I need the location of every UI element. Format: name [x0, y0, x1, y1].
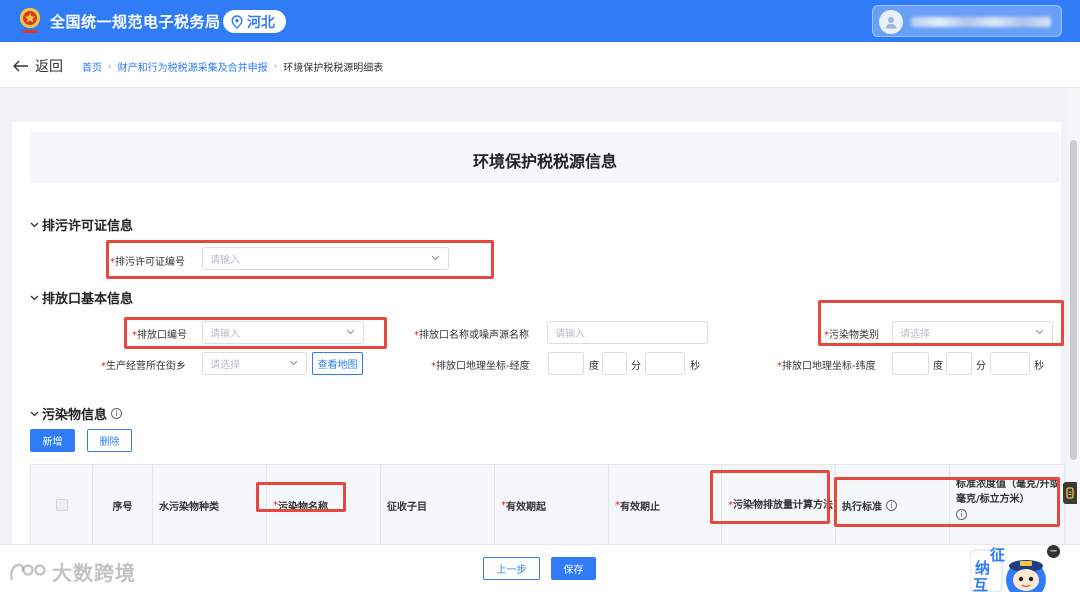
top-header: 全国统一规范电子税务局 河北 [0, 0, 1080, 42]
breadcrumb-bar: 返回 首页 › 财产和行为税税源采集及合并申报 › 环境保护税税源明细表 [0, 42, 1080, 88]
form-title-bar: 环境保护税税源信息 [30, 132, 1060, 183]
pollutant-section-heading[interactable]: 污染物信息 i [30, 404, 123, 423]
longitude-label: *排放口地理坐标-经度 [431, 361, 530, 372]
col-levy-subitem: 征收子目 [381, 465, 495, 545]
permit-no-label: *排污许可证编号 [110, 257, 185, 268]
watermark-logo-icon [10, 563, 46, 580]
pollutant-category-placeholder: 请选择 [900, 329, 930, 340]
latitude-minute-input[interactable] [946, 352, 972, 375]
latitude-degree-input[interactable] [892, 352, 929, 375]
pollutant-category-label: *污染物类别 [824, 330, 879, 341]
chevron-down-icon [30, 411, 39, 416]
breadcrumb-current: 环境保护税税源明细表 [283, 63, 384, 74]
scrollbar-thumb[interactable] [1070, 140, 1077, 460]
street-label: *生产经营所在街乡 [101, 361, 186, 372]
outlet-no-label: *排放口编号 [132, 330, 187, 341]
region-name: 河北 [247, 14, 275, 31]
watermark-text: 大数跨境 [52, 561, 136, 585]
longitude-minute-input[interactable] [602, 352, 627, 375]
outlet-name-placeholder: 请输入 [555, 329, 585, 340]
add-pollutant-button[interactable]: 新增 [30, 429, 75, 452]
avatar [879, 10, 903, 34]
chevron-down-icon [346, 329, 355, 335]
breadcrumb: 首页 › 财产和行为税税源采集及合并申报 › 环境保护税税源明细表 [82, 59, 384, 75]
longitude-second-input[interactable] [645, 352, 685, 375]
save-button[interactable]: 保存 [551, 557, 596, 580]
col-standard-concentration: 标准浓度值（毫克/升或毫克/标立方米） i [950, 465, 1065, 545]
site-title: 全国统一规范电子税务局 [50, 13, 221, 31]
user-icon [885, 17, 897, 29]
street-placeholder: 请选择 [210, 360, 240, 371]
masked-username [911, 17, 1051, 27]
select-all-checkbox[interactable] [55, 499, 68, 511]
view-map-button[interactable]: 查看地图 [312, 352, 363, 375]
mascot-char-2: 纳 [975, 559, 990, 577]
latitude-second-input[interactable] [990, 352, 1030, 375]
chevron-down-icon [30, 222, 39, 227]
col-valid-from: * 有效期起 [495, 465, 609, 545]
region-selector[interactable]: 河北 [223, 10, 286, 33]
outlet-section-title: 排放口基本信息 [42, 292, 134, 307]
latitude-label: *排放口地理坐标-纬度 [777, 361, 876, 372]
permit-no-select[interactable]: 请输入 [202, 247, 449, 270]
outlet-no-select[interactable]: 请输入 [202, 321, 364, 344]
longitude-minute-unit: 分 [631, 361, 641, 372]
info-icon[interactable]: i [111, 408, 123, 419]
latitude-degree-unit: 度 [933, 361, 943, 372]
back-button[interactable]: 返回 [13, 56, 63, 76]
back-label: 返回 [35, 59, 63, 75]
pollutant-table-header: 序号 水污染物种类 * 污染物名称 征收子目 * 有效期起 * 有效期止 *污染物排放… [30, 464, 1065, 545]
col-water-pollutant-type: 水污染物种类 [153, 465, 267, 545]
chevron-down-icon [431, 255, 440, 261]
outlet-no-placeholder: 请输入 [210, 329, 240, 340]
user-account[interactable] [872, 5, 1062, 37]
info-icon[interactable]: i [886, 499, 897, 511]
col-exec-standard: 执行标准 i [836, 465, 950, 545]
col-seq: 序号 [93, 465, 153, 545]
side-toolbox-tab[interactable] [1063, 482, 1077, 504]
tax-emblem-icon [20, 8, 40, 33]
col-pollutant-name: * 污染物名称 [267, 465, 381, 545]
outlet-section-heading[interactable]: 排放口基本信息 [30, 288, 133, 307]
arrow-left-icon [13, 60, 28, 72]
toolbox-icon [1066, 487, 1074, 499]
chevron-down-icon [1035, 329, 1044, 335]
page-title: 环境保护税税源信息 [472, 152, 617, 171]
delete-pollutant-button[interactable]: 删除 [87, 429, 132, 452]
watermark: 大数跨境 [8, 557, 136, 586]
mascot-char-3: 互 [973, 576, 988, 592]
longitude-degree-input[interactable] [548, 352, 584, 375]
service-mascot-icon[interactable]: 征 纳 互 [970, 540, 1060, 592]
outlet-name-input[interactable]: 请输入 [547, 321, 708, 344]
location-pin-icon [231, 14, 243, 29]
close-icon[interactable]: − [1047, 545, 1060, 558]
pollutant-category-select[interactable]: 请选择 [892, 321, 1053, 344]
permit-no-placeholder: 请输入 [210, 255, 240, 266]
breadcrumb-home[interactable]: 首页 [82, 59, 102, 74]
outlet-name-label: *排放口名称或噪声源名称 [414, 330, 529, 341]
longitude-second-unit: 秒 [690, 361, 700, 372]
col-calc-method: *污染物排放量计算方法 [722, 465, 836, 545]
chevron-right-icon: › [273, 61, 278, 72]
chevron-down-icon [30, 295, 39, 300]
info-icon[interactable]: i [956, 509, 967, 520]
chevron-right-icon: › [108, 61, 112, 72]
breadcrumb-property-tax[interactable]: 财产和行为税税源采集及合并申报 [118, 59, 268, 74]
mascot-char-1: 征 [990, 546, 1005, 564]
footer-bar [0, 544, 1080, 592]
select-all-cell [31, 465, 93, 545]
latitude-minute-unit: 分 [976, 361, 986, 372]
pollutant-section-title: 污染物信息 [42, 408, 108, 423]
street-select[interactable]: 请选择 [202, 352, 307, 375]
col-valid-to: * 有效期止 [609, 465, 722, 545]
permit-section-title: 排污许可证信息 [42, 219, 134, 234]
chevron-down-icon [289, 360, 298, 366]
prev-step-button[interactable]: 上一步 [483, 557, 540, 580]
latitude-second-unit: 秒 [1034, 361, 1044, 372]
longitude-degree-unit: 度 [589, 361, 599, 372]
permit-section-heading[interactable]: 排污许可证信息 [30, 215, 133, 234]
